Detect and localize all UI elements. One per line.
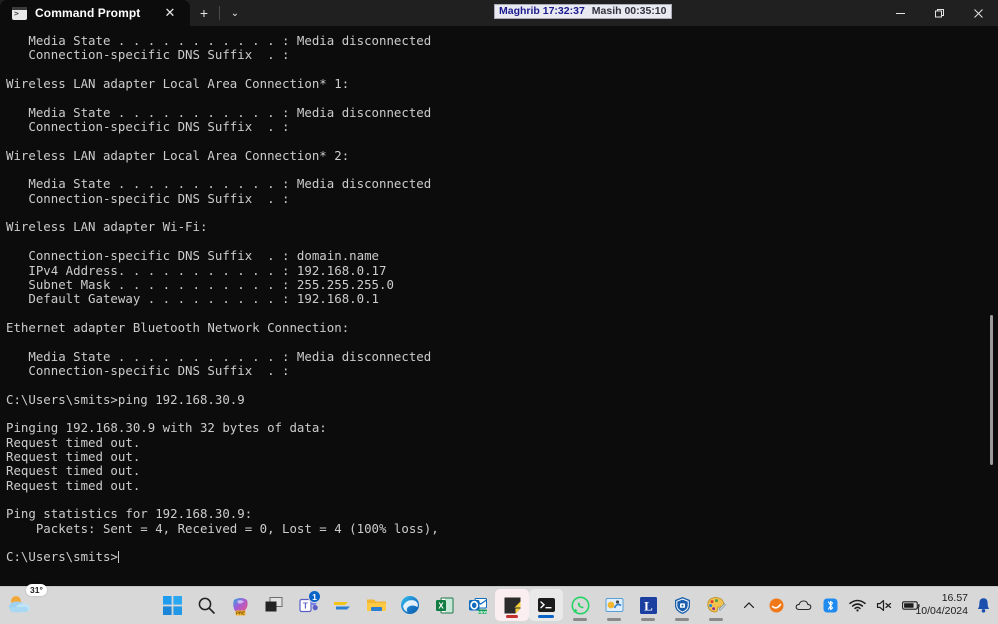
- minimize-button[interactable]: [881, 0, 920, 26]
- running-indicator: [607, 618, 621, 621]
- scrollbar-thumb[interactable]: [990, 315, 993, 465]
- terminal-button[interactable]: [529, 589, 563, 621]
- shield-icon: [674, 596, 690, 614]
- letter-l-icon: L: [639, 596, 657, 614]
- edge-icon: [401, 596, 419, 614]
- weather-temperature: 31°: [26, 584, 47, 596]
- restore-icon: [935, 8, 944, 17]
- close-tab-icon[interactable]: ✕: [160, 4, 180, 22]
- running-indicator: [573, 618, 587, 621]
- windows-logo-icon: [162, 595, 182, 615]
- file-explorer-button[interactable]: [359, 586, 393, 624]
- tab-separator: [219, 6, 220, 20]
- running-indicator: [506, 615, 518, 618]
- minimize-icon: [896, 12, 905, 14]
- teams-badge: 1: [308, 590, 321, 603]
- maximize-button[interactable]: [920, 0, 959, 26]
- clock-date: 10/04/2024: [915, 605, 968, 617]
- prayer-countdown-label: Masih 00:35:10: [591, 5, 667, 17]
- bluetooth-icon[interactable]: [821, 595, 839, 615]
- taskbar: 31° PRE T 1 X NEW L 16.57 10/04/2024: [0, 584, 998, 624]
- text-cursor: [117, 551, 120, 564]
- svg-text:PRE: PRE: [235, 610, 244, 615]
- speaker-muted-icon[interactable]: [875, 595, 893, 615]
- copilot-button[interactable]: PRE: [223, 586, 257, 624]
- security-button[interactable]: [665, 586, 699, 624]
- terminal-icon: [537, 597, 555, 612]
- desktop-screen: Command Prompt ✕ + ⌄ Maghrib 17:32:37 Ma…: [0, 0, 998, 624]
- orange-circle-icon[interactable]: [767, 595, 785, 615]
- outlook-icon: NEW: [469, 597, 488, 614]
- running-indicator: [675, 618, 689, 621]
- search-icon: [198, 597, 215, 614]
- tab-strip: Command Prompt ✕ + ⌄: [0, 0, 249, 26]
- sticky-note-icon: [504, 597, 520, 613]
- sticky-notes-button[interactable]: [495, 589, 529, 621]
- taskbar-clock[interactable]: 16.57 10/04/2024: [915, 586, 968, 624]
- outlook-button[interactable]: NEW: [461, 586, 495, 624]
- svg-text:NEW: NEW: [478, 609, 488, 614]
- mail-button[interactable]: [325, 586, 359, 624]
- terminal-prompt-line: C:\Users\smits>: [6, 550, 998, 564]
- bell-icon: [977, 598, 990, 613]
- media-player-button[interactable]: [597, 586, 631, 624]
- teams-button[interactable]: T 1: [291, 586, 325, 624]
- media-app-icon: [605, 597, 623, 612]
- notifications-button[interactable]: [976, 586, 991, 624]
- running-indicator: [538, 615, 554, 618]
- close-icon: [974, 8, 983, 18]
- l-app-button[interactable]: L: [631, 586, 665, 624]
- terminal-icon: [12, 6, 27, 20]
- running-indicator: [641, 618, 655, 621]
- edge-button[interactable]: [393, 586, 427, 624]
- terminal-output-area[interactable]: Media State . . . . . . . . . . . : Medi…: [0, 26, 998, 586]
- running-indicator: [709, 618, 723, 621]
- prayer-time-widget[interactable]: Maghrib 17:32:37 Masih 00:35:10: [494, 4, 672, 19]
- window-titlebar: Command Prompt ✕ + ⌄ Maghrib 17:32:37 Ma…: [0, 0, 998, 26]
- mail-arrow-icon: [334, 602, 350, 610]
- prayer-time-label: Maghrib 17:32:37: [499, 5, 585, 17]
- excel-icon: X: [435, 597, 453, 613]
- task-view-button[interactable]: [257, 586, 291, 624]
- tab-command-prompt[interactable]: Command Prompt ✕: [0, 0, 190, 26]
- whatsapp-icon: [571, 596, 589, 614]
- cloud-icon[interactable]: [794, 595, 812, 615]
- paint-palette-icon: [707, 596, 726, 612]
- wifi-icon[interactable]: [848, 595, 866, 615]
- partly-cloudy-icon: [6, 593, 36, 615]
- svg-text:X: X: [438, 601, 444, 610]
- window-controls: [881, 0, 998, 26]
- svg-text:T: T: [303, 601, 308, 610]
- clock-time: 16.57: [941, 592, 968, 604]
- taskbar-items: PRE T 1 X NEW L: [155, 586, 733, 624]
- new-tab-button[interactable]: +: [190, 0, 218, 26]
- paint-button[interactable]: [699, 586, 733, 624]
- prompt-text: C:\Users\smits>: [6, 549, 118, 565]
- terminal-scrollbar[interactable]: [984, 26, 998, 586]
- whatsapp-button[interactable]: [563, 586, 597, 624]
- system-tray: [740, 586, 920, 624]
- excel-button[interactable]: X: [427, 586, 461, 624]
- copilot-icon: PRE: [232, 597, 248, 615]
- chevron-down-icon[interactable]: ⌄: [221, 0, 249, 26]
- tab-title: Command Prompt: [35, 6, 141, 20]
- chevron-up-icon[interactable]: [740, 595, 758, 615]
- search-button[interactable]: [189, 586, 223, 624]
- weather-widget[interactable]: 31°: [6, 584, 64, 621]
- start-button[interactable]: [155, 586, 189, 624]
- terminal-scrollback: Media State . . . . . . . . . . . : Medi…: [6, 33, 439, 536]
- close-window-button[interactable]: [959, 0, 998, 26]
- task-view-icon: [265, 597, 283, 612]
- folder-icon: [366, 599, 386, 611]
- svg-text:L: L: [644, 598, 653, 613]
